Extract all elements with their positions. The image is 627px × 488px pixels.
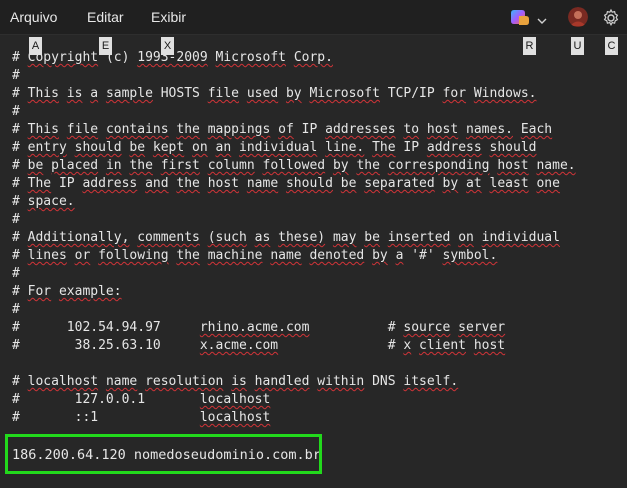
editor-line[interactable]: # 127.0.0.1 localhost xyxy=(12,391,270,409)
editor-line[interactable]: # xyxy=(12,67,20,85)
gear-icon[interactable] xyxy=(601,7,621,29)
menu-arquivo[interactable]: Arquivo xyxy=(10,9,57,25)
editor-line[interactable]: # xyxy=(12,301,20,319)
editor-line[interactable]: # Additionally, comments (such as these)… xyxy=(12,229,560,247)
copilot-icon[interactable] xyxy=(510,6,530,28)
menu-bar: Arquivo Editar Exibir xyxy=(0,0,627,35)
avatar[interactable] xyxy=(568,7,588,27)
access-key-editar: E xyxy=(99,37,112,55)
editor-line[interactable]: # be placed in the first column followed… xyxy=(12,157,576,175)
editor-line[interactable]: # xyxy=(12,103,20,121)
access-key-settings: C xyxy=(605,37,618,55)
editor-line[interactable]: # localhost name resolution is handled w… xyxy=(12,373,458,391)
editor-line[interactable]: # The IP address and the host name shoul… xyxy=(12,175,560,193)
editor-line[interactable]: # entry should be kept on an individual … xyxy=(12,139,536,157)
editor-line[interactable]: # This file contains the mappings of IP … xyxy=(12,121,552,139)
editor-line[interactable]: # space. xyxy=(12,193,75,211)
access-key-copilot: R xyxy=(523,37,536,55)
editor-line[interactable]: # xyxy=(12,265,20,283)
access-key-account: U xyxy=(571,37,584,55)
chevron-down-icon[interactable] xyxy=(536,10,548,32)
menu-exibir[interactable]: Exibir xyxy=(151,9,186,25)
editor-line[interactable]: # ::1 localhost xyxy=(12,409,270,427)
highlighted-host-entry xyxy=(5,434,322,474)
editor-line[interactable]: # xyxy=(12,211,20,229)
menu-editar[interactable]: Editar xyxy=(87,9,124,25)
editor-line[interactable]: # This is a sample HOSTS file used by Mi… xyxy=(12,85,536,103)
access-key-exibir: X xyxy=(161,37,174,55)
editor-line[interactable]: # For example: xyxy=(12,283,122,301)
editor-line[interactable]: # 102.54.94.97 rhino.acme.com # source s… xyxy=(12,319,505,337)
text-editor[interactable]: # Copyright (c) 1993-2009 Microsoft Corp… xyxy=(0,35,627,488)
editor-line[interactable]: # 38.25.63.10 x.acme.com # x client host xyxy=(12,337,505,355)
access-key-arquivo: A xyxy=(29,37,42,55)
editor-line[interactable]: # lines or following the machine name de… xyxy=(12,247,497,265)
